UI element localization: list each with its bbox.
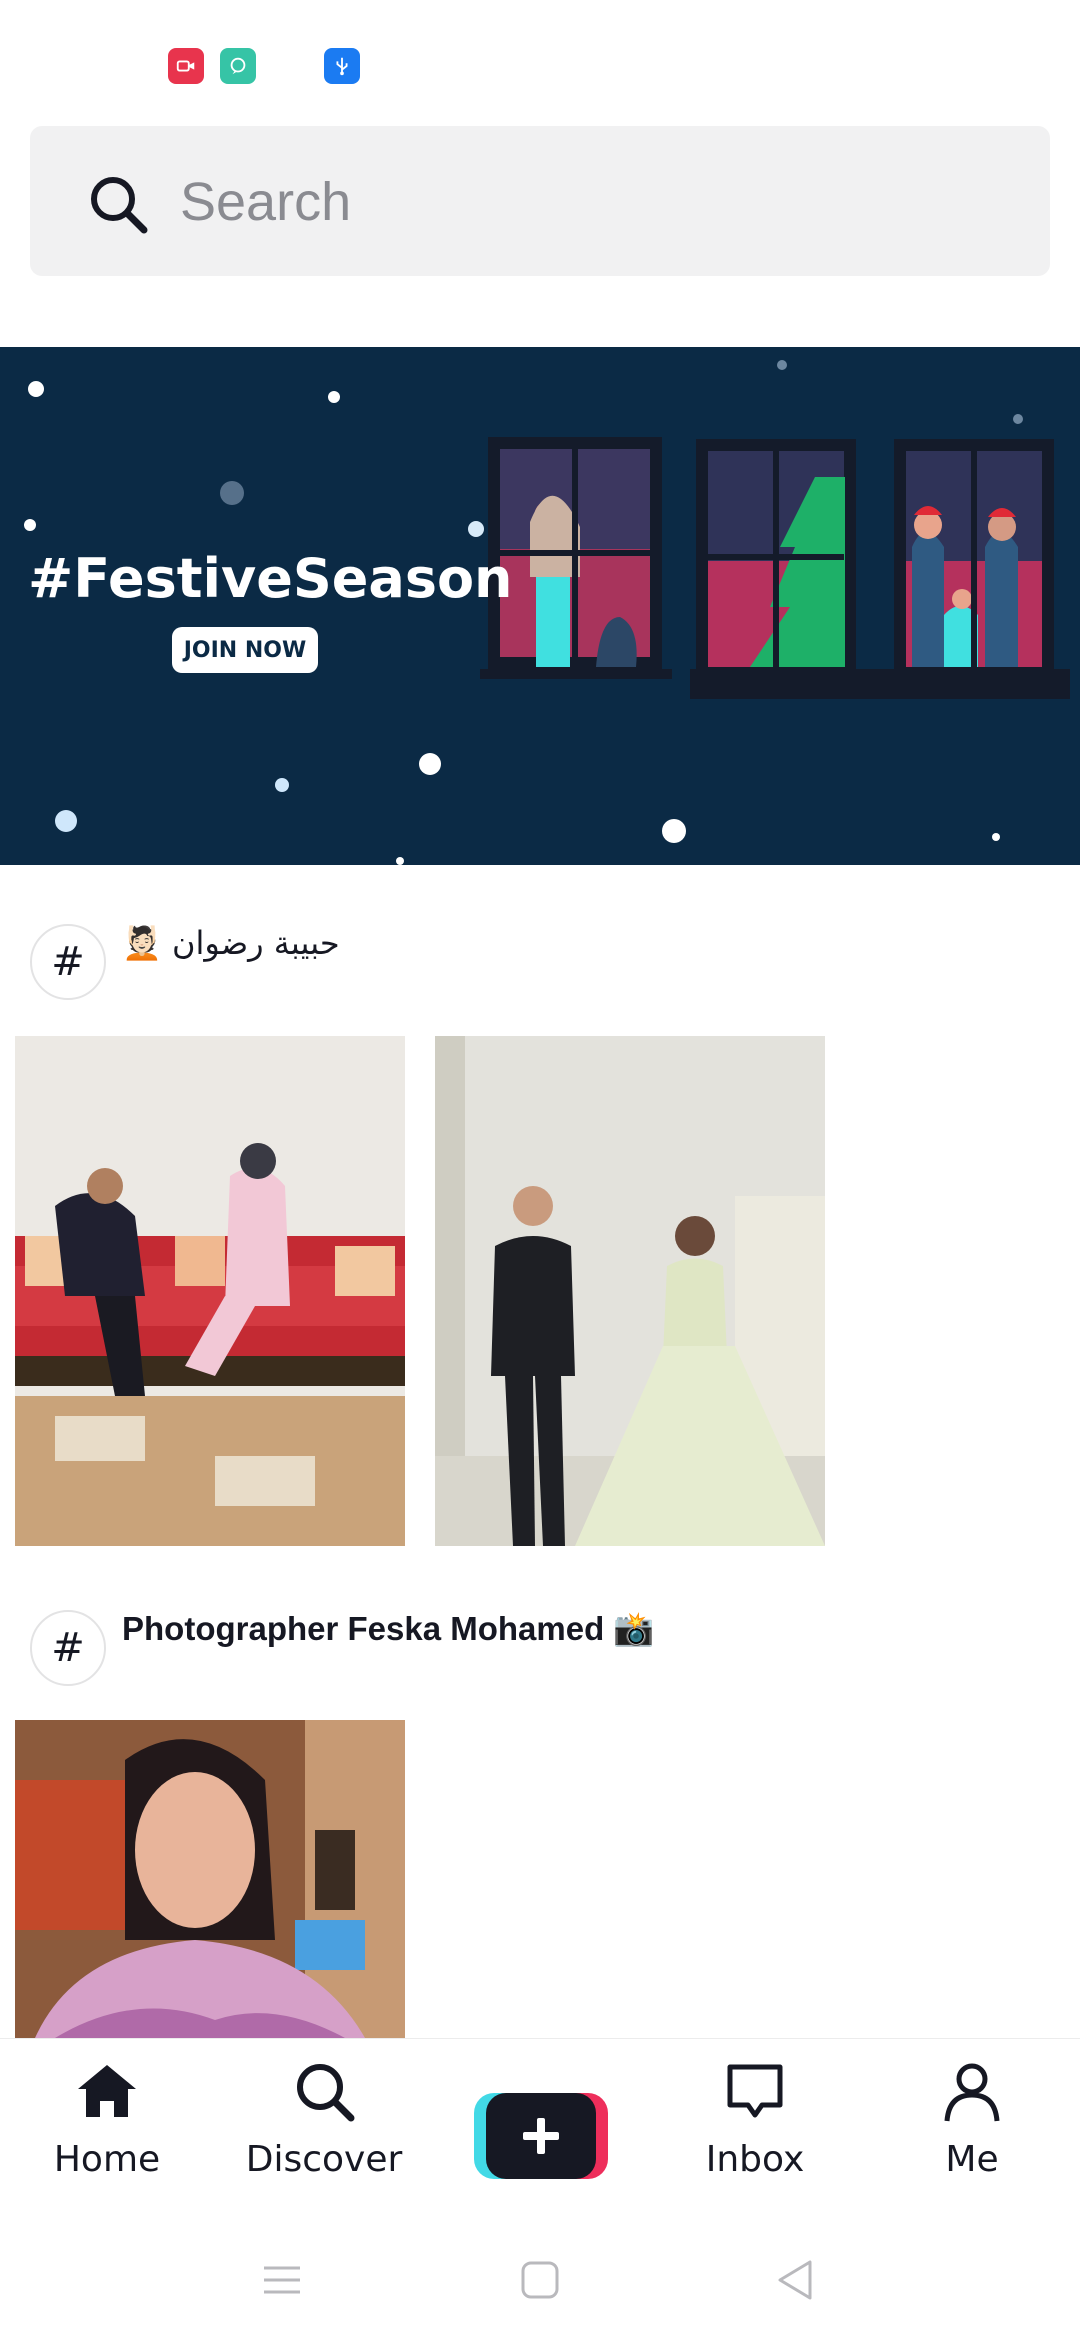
search-icon (91, 177, 148, 234)
hashtag-row-1[interactable]: # (30, 924, 106, 1000)
search-input[interactable] (180, 166, 1000, 238)
search-bar[interactable] (30, 126, 1050, 276)
bottom-navigation: Home Discover Inbox Me (0, 2038, 1080, 2218)
join-now-button[interactable]: JOIN NOW (172, 627, 318, 673)
couple-on-sofa-thumbnail (15, 1036, 405, 1546)
menu-icon[interactable] (258, 2256, 306, 2304)
home-square-icon[interactable] (516, 2256, 564, 2304)
chat-bubble-icon (220, 48, 256, 84)
create-button-body (486, 2093, 596, 2179)
woman-portrait-thumbnail (15, 1720, 405, 2038)
hashtag-title[interactable]: 💆🏻 حبيبة رضوان (122, 924, 340, 962)
festive-season-banner[interactable]: #FestiveSeason JOIN NOW (0, 347, 1080, 865)
screen-record-icon (168, 48, 204, 84)
nav-label-discover: Discover (245, 2139, 403, 2180)
nav-home[interactable]: Home (22, 2059, 192, 2219)
message-icon (727, 2064, 783, 2118)
banner-title: #FestiveSeason (28, 547, 513, 610)
nav-discover[interactable]: Discover (239, 2059, 409, 2219)
nav-label-inbox: Inbox (705, 2139, 805, 2180)
create-video-button[interactable] (474, 2093, 608, 2179)
video-thumbnail[interactable] (435, 1036, 825, 1546)
search-icon (297, 2064, 355, 2122)
video-thumbnail[interactable] (15, 1036, 405, 1546)
hashtag-icon: # (30, 1610, 106, 1686)
video-thumbnail[interactable] (15, 1720, 405, 2038)
hashtag-title[interactable]: Photographer Feska Mohamed 📸 (122, 1610, 655, 1649)
nav-label-me: Me (945, 2139, 999, 2180)
usb-icon (324, 48, 360, 84)
plus-icon (523, 2118, 559, 2154)
nav-inbox[interactable]: Inbox (670, 2059, 840, 2219)
hashtag-row-2[interactable]: # (30, 1610, 106, 1686)
status-bar (0, 0, 1080, 120)
wedding-couple-thumbnail (435, 1036, 825, 1546)
system-navigation-bar (0, 2218, 1080, 2340)
hashtag-icon: # (30, 924, 106, 1000)
nav-me[interactable]: Me (887, 2059, 1057, 2219)
back-triangle-icon[interactable] (772, 2256, 820, 2304)
home-icon (78, 2065, 136, 2117)
nav-label-home: Home (53, 2139, 161, 2180)
profile-icon (944, 2063, 1000, 2122)
